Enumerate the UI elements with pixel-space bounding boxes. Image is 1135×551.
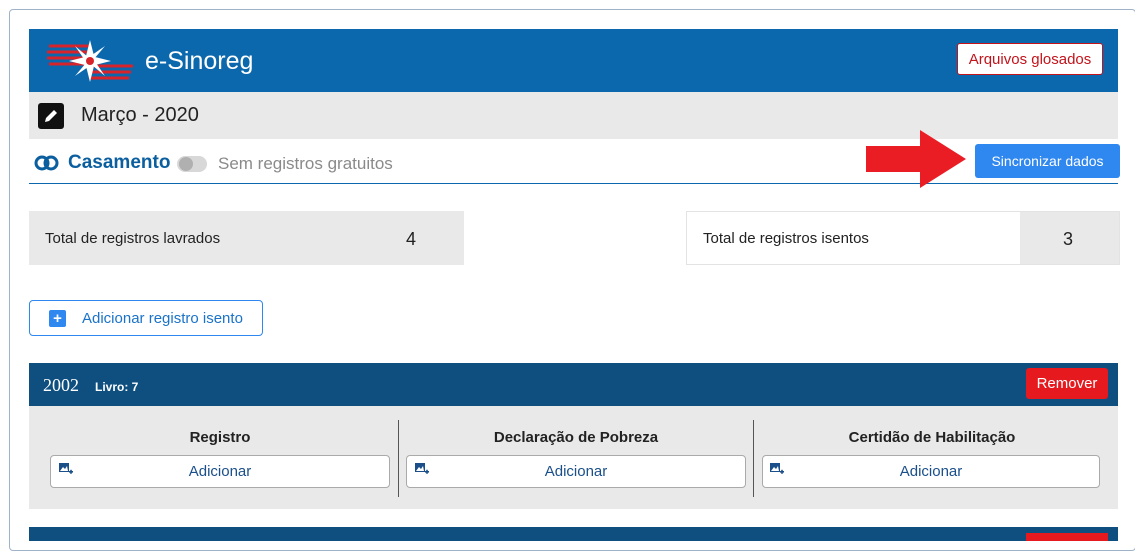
red-arrow-annotation bbox=[866, 130, 966, 188]
remove-record-button[interactable]: Remover bbox=[1026, 368, 1108, 399]
add-certidao-label[interactable]: Adicionar bbox=[762, 463, 1100, 480]
app-title: e-Sinoreg bbox=[145, 47, 254, 75]
record-year: 2002 bbox=[43, 375, 79, 395]
rings-icon bbox=[34, 155, 59, 171]
period-label: Março - 2020 bbox=[81, 104, 199, 126]
add-registro-label[interactable]: Adicionar bbox=[50, 463, 390, 480]
isentos-value: 3 bbox=[1063, 229, 1074, 249]
toggle-label: Sem registros gratuitos bbox=[218, 154, 393, 173]
doc-title-certidao: Certidão de Habilitação bbox=[848, 429, 1016, 446]
section-title: Casamento bbox=[68, 152, 171, 173]
edit-icon[interactable] bbox=[38, 103, 64, 129]
doc-title-registro: Registro bbox=[189, 429, 251, 446]
isentos-label: Total de registros isentos bbox=[703, 230, 869, 247]
next-record-header bbox=[29, 527, 1118, 541]
logo-icon bbox=[47, 40, 133, 82]
arquivos-glosados-button[interactable]: Arquivos glosados bbox=[957, 43, 1103, 75]
record-livro: Livro: 7 bbox=[95, 380, 139, 394]
add-exempt-record-label[interactable]: Adicionar registro isento bbox=[82, 310, 243, 327]
column-divider bbox=[398, 420, 399, 497]
toggle-knob bbox=[179, 157, 193, 171]
lavrados-label: Total de registros lavrados bbox=[45, 230, 221, 247]
sync-data-button[interactable]: Sincronizar dados bbox=[975, 144, 1120, 178]
record-header bbox=[29, 363, 1118, 406]
lavrados-value: 4 bbox=[406, 229, 417, 249]
next-remove-button[interactable] bbox=[1026, 533, 1108, 541]
add-declaracao-label[interactable]: Adicionar bbox=[406, 463, 746, 480]
column-divider bbox=[753, 420, 754, 497]
doc-title-declaracao: Declaração de Pobreza bbox=[493, 429, 659, 446]
plus-icon: + bbox=[49, 310, 66, 327]
